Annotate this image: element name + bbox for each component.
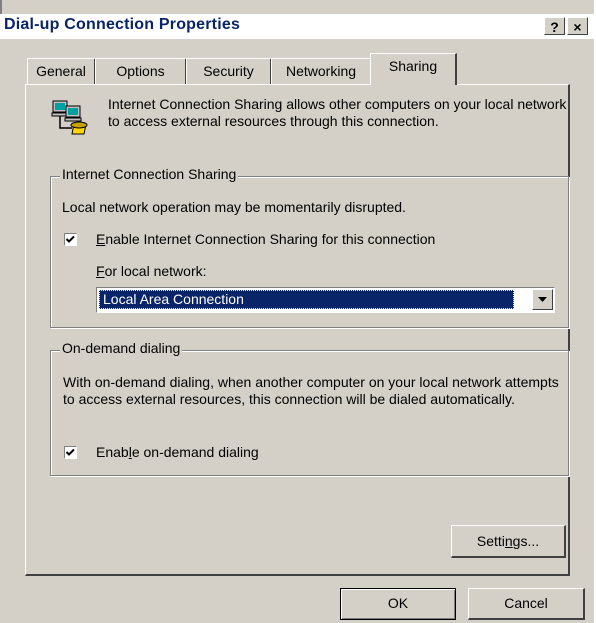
label-rest: gs...: [512, 533, 540, 549]
tab-label: Security: [203, 63, 254, 79]
settings-button[interactable]: Settings...: [451, 525, 566, 558]
tab-security[interactable]: Security: [186, 58, 272, 84]
ok-button[interactable]: OK: [340, 588, 456, 620]
label-prefix: Setti: [476, 533, 505, 549]
dialing-description: With on-demand dialing, when another com…: [63, 374, 559, 407]
mnemonic: E: [96, 231, 106, 247]
tab-options[interactable]: Options: [95, 58, 187, 84]
checkmark-icon: [65, 448, 75, 456]
dialog-window: Dial-up Connection Properties ? × Genera…: [0, 0, 594, 623]
label-rest: nable Internet Connection Sharing for th…: [105, 231, 436, 247]
enable-dialing-label[interactable]: Enable on-demand dialing: [96, 444, 259, 460]
tab-sharing[interactable]: Sharing: [370, 53, 457, 85]
mnemonic: F: [96, 263, 105, 279]
help-button[interactable]: ?: [544, 17, 565, 35]
tab-label: Networking: [285, 63, 357, 79]
network-computers-icon: [50, 98, 90, 138]
label-prefix: Enab: [96, 444, 129, 460]
mnemonic: n: [504, 533, 513, 549]
dropdown-button[interactable]: [532, 289, 553, 310]
help-icon: ?: [550, 19, 559, 35]
enable-ics-label[interactable]: Enable Internet Connection Sharing for t…: [96, 231, 435, 247]
label-rest: or local network:: [104, 263, 207, 279]
tab-label: General: [36, 63, 86, 79]
cancel-button[interactable]: Cancel: [468, 588, 585, 620]
close-icon: ×: [573, 19, 582, 35]
local-network-value: Local Area Connection: [99, 290, 514, 309]
tab-networking[interactable]: Networking: [271, 58, 372, 84]
enable-ics-checkbox[interactable]: [64, 233, 77, 246]
local-network-dropdown[interactable]: Local Area Connection: [96, 287, 555, 313]
window-edge: [0, 0, 2, 14]
ok-label: OK: [387, 595, 409, 611]
ics-notice: Local network operation may be momentari…: [62, 199, 406, 215]
intro-text: Internet Connection Sharing allows other…: [108, 96, 567, 129]
window-title: Dial-up Connection Properties: [4, 16, 241, 33]
tab-general[interactable]: General: [27, 58, 96, 84]
tab-label: Options: [116, 63, 165, 79]
ics-group-label: Internet Connection Sharing: [60, 166, 239, 182]
label-rest: e on-demand dialing: [131, 444, 259, 460]
tab-label: Sharing: [388, 58, 438, 74]
local-network-label: For local network:: [96, 263, 207, 279]
title-bar[interactable]: Dial-up Connection Properties ? ×: [0, 14, 594, 39]
close-button[interactable]: ×: [567, 17, 588, 35]
dialing-group-label: On-demand dialing: [60, 340, 183, 356]
checkmark-icon: [65, 235, 75, 243]
sharing-panel: [25, 84, 570, 576]
chevron-down-icon: [538, 297, 547, 302]
enable-dialing-checkbox[interactable]: [64, 446, 77, 459]
cancel-label: Cancel: [504, 595, 548, 611]
